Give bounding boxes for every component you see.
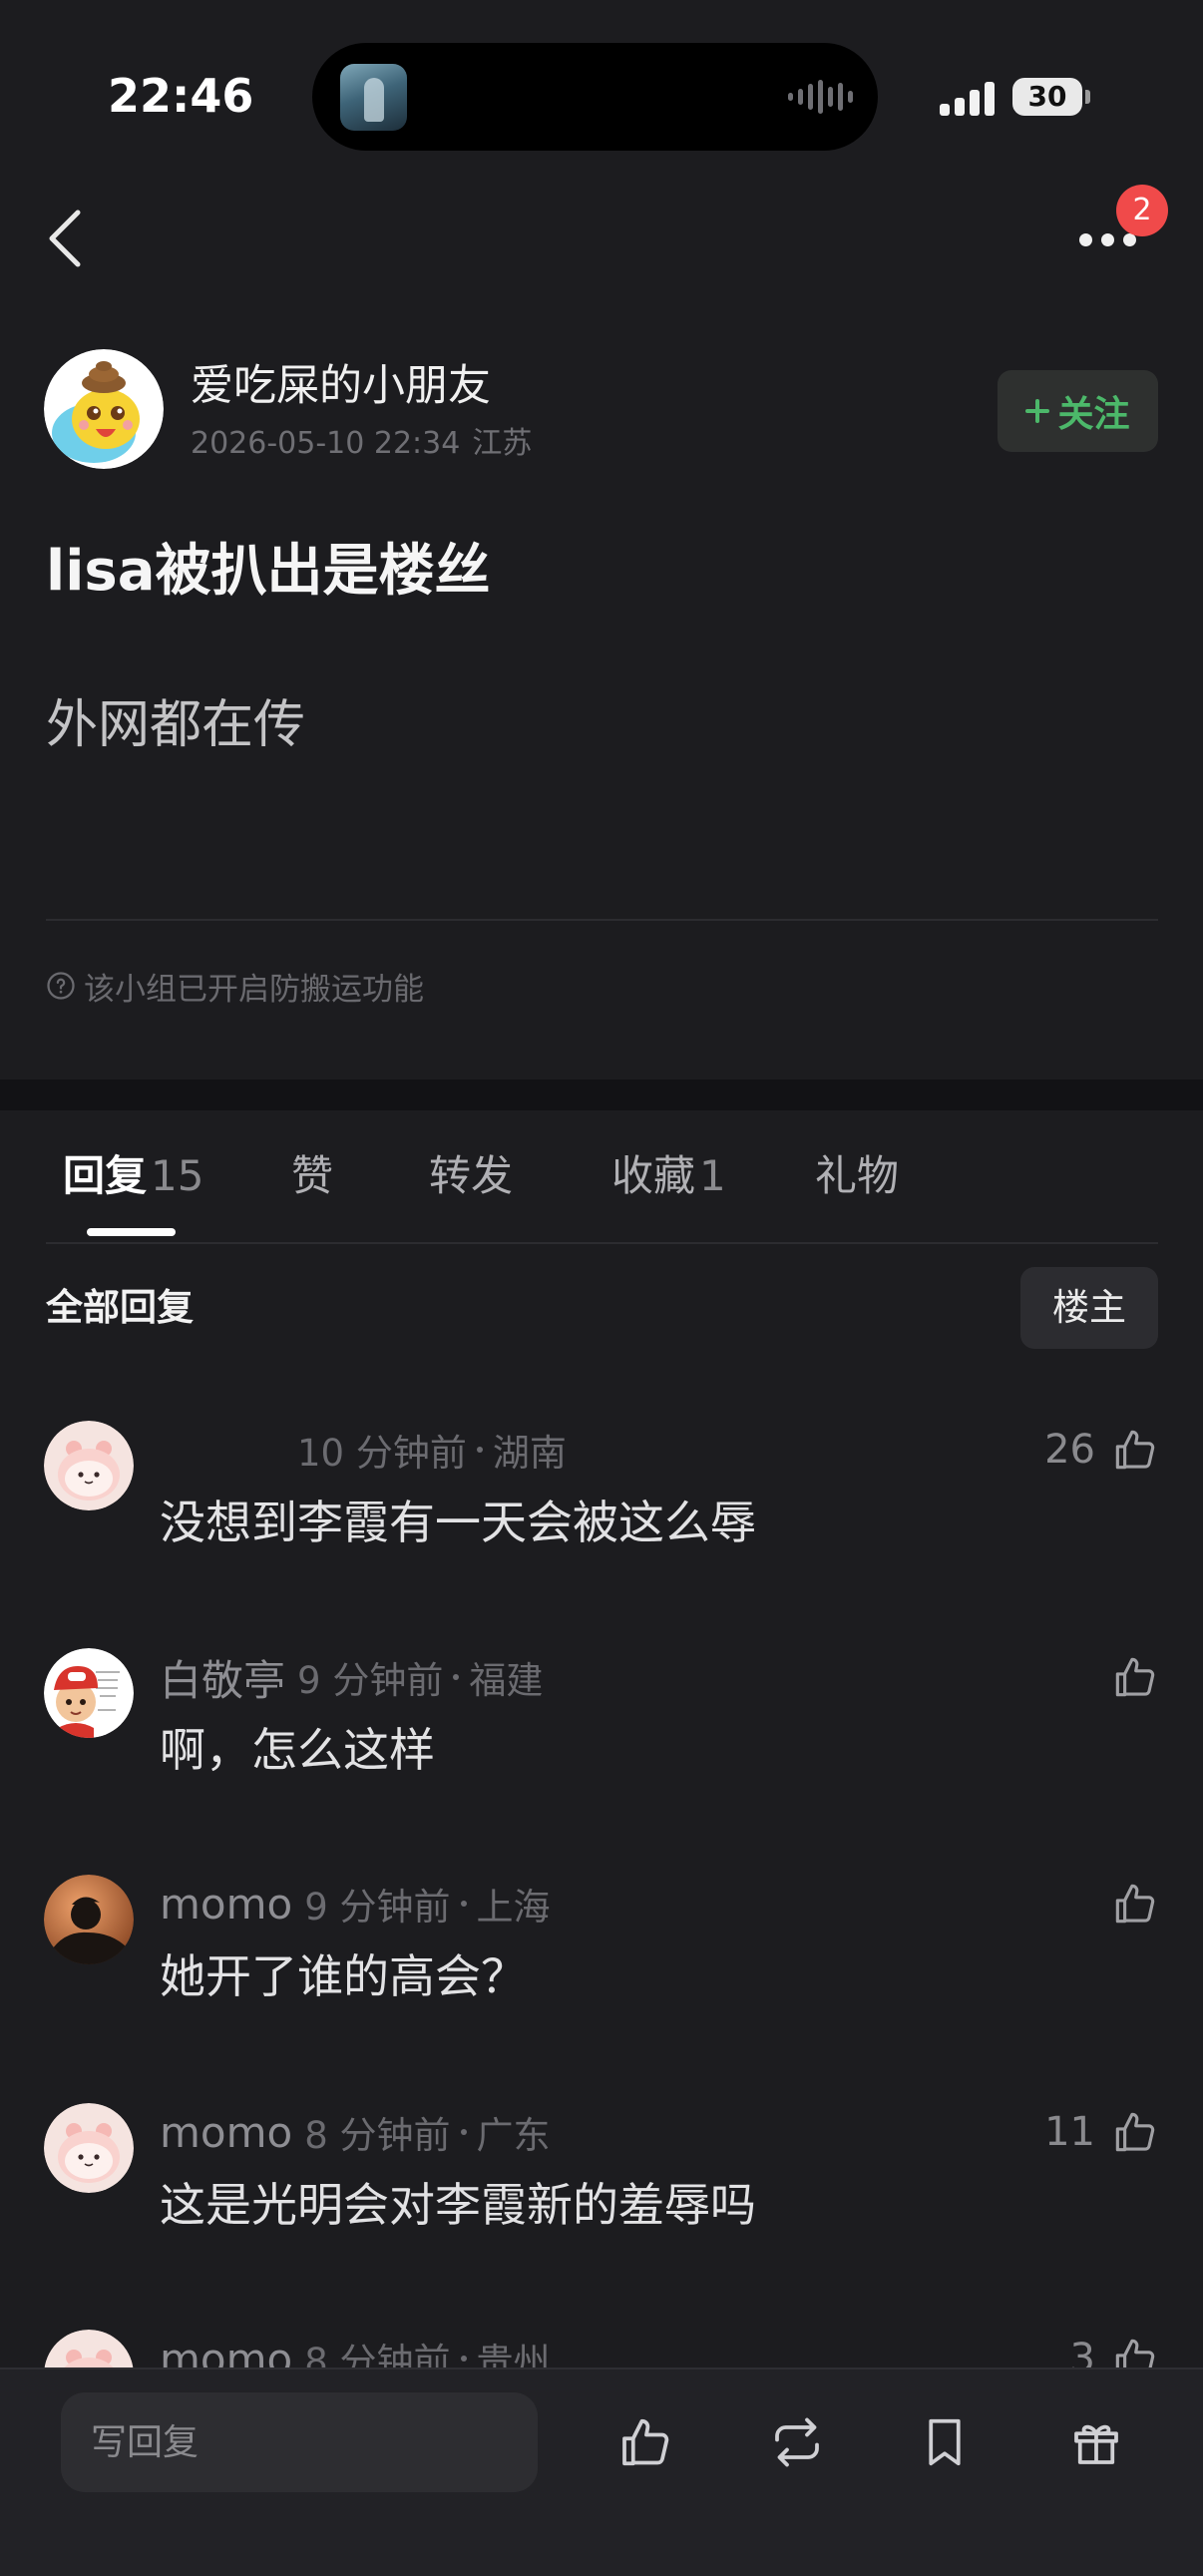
tab-favorites[interactable]: 收藏 1	[611, 1149, 726, 1203]
comment-location: 福建	[469, 1659, 544, 1702]
anti-repost-notice: 该小组已开启防搬运功能	[46, 968, 424, 1008]
reply-input[interactable]	[61, 2392, 538, 2492]
comment-text: 啊，怎么这样	[160, 1723, 435, 1777]
comment-item: 白敬亭 9 分钟前 福建 啊，怎么这样	[0, 1648, 1203, 1848]
commenter-name[interactable]: momo	[160, 1880, 292, 1929]
meta-separator	[460, 2129, 467, 2135]
bottom-action-bar	[0, 2367, 1203, 2576]
commenter-avatar[interactable]	[44, 2103, 134, 2193]
tab-gifts[interactable]: 礼物	[815, 1149, 899, 1203]
post-body: 外网都在传	[46, 695, 306, 755]
post-location: 江苏	[472, 426, 533, 461]
battery-indicator: 30	[1012, 78, 1082, 116]
battery-level: 30	[1027, 80, 1067, 113]
comment-like-button[interactable]: 11	[1044, 2107, 1159, 2157]
commenter-avatar[interactable]	[44, 1648, 134, 1738]
tab-label: 礼物	[815, 1151, 900, 1200]
all-replies-heading: 全部回复	[46, 1286, 194, 1329]
follow-button[interactable]: 关注	[998, 370, 1158, 452]
post-meta: 2026-05-10 22:34 江苏	[191, 427, 532, 461]
author-avatar[interactable]	[44, 349, 164, 469]
battery-nub	[1085, 90, 1090, 104]
repost-icon[interactable]	[767, 2412, 827, 2472]
commenter-avatar[interactable]	[44, 1421, 134, 1510]
comment-meta: 9 分钟前 上海	[304, 1877, 550, 1931]
tab-count: 1	[699, 1151, 726, 1200]
op-only-filter-button[interactable]: 楼主	[1020, 1267, 1158, 1349]
active-tab-indicator	[87, 1228, 176, 1236]
comment-header: 10 分钟前 湖南	[160, 1423, 567, 1477]
comment-meta: 10 分钟前 湖南	[297, 1423, 567, 1477]
notice-text: 该小组已开启防搬运功能	[84, 971, 424, 1008]
tab-label: 收藏	[611, 1151, 696, 1200]
comment-meta: 9 分钟前 福建	[297, 1650, 543, 1704]
like-count: 26	[1044, 1427, 1095, 1473]
commenter-name[interactable]: momo	[160, 2108, 292, 2157]
divider	[46, 1242, 1158, 1244]
thumb-up-icon	[1115, 1430, 1155, 1470]
back-chevron-icon[interactable]	[44, 207, 88, 270]
tab-count: 15	[151, 1151, 204, 1200]
question-circle-icon[interactable]	[46, 971, 76, 1001]
tab-label: 转发	[429, 1151, 514, 1200]
tab-reposts[interactable]: 转发	[429, 1149, 513, 1203]
audio-waveform-icon	[788, 73, 854, 121]
comment-time: 9 分钟前	[297, 1659, 444, 1702]
thumb-up-icon[interactable]	[614, 2412, 674, 2472]
meta-separator	[460, 2356, 467, 2361]
comment-location: 湖南	[492, 1432, 567, 1475]
comment-time: 10 分钟前	[297, 1432, 467, 1475]
tab-replies[interactable]: 回复 15	[63, 1149, 203, 1203]
comment-location: 广东	[476, 2114, 551, 2157]
comment-like-button[interactable]	[1095, 1879, 1159, 1929]
meta-separator	[460, 1901, 467, 1907]
comment-location: 上海	[476, 1886, 551, 1929]
comment-meta: 8 分钟前 广东	[304, 2105, 550, 2159]
comment-like-button[interactable]: 26	[1044, 1425, 1159, 1475]
commenter-name[interactable]: 白敬亭	[160, 1647, 285, 1708]
plus-icon	[1025, 399, 1050, 423]
post-timestamp: 2026-05-10 22:34	[191, 426, 461, 461]
comment-like-button[interactable]	[1095, 1652, 1159, 1702]
comment-text: 这是光明会对李霞新的羞辱吗	[160, 2178, 756, 2232]
section-separator	[0, 1079, 1203, 1110]
post-title: lisa被扒出是楼丝	[46, 539, 491, 604]
comment-text: 没想到李霞有一天会被这么辱	[160, 1496, 756, 1549]
comment-header: momo 8 分钟前 广东	[160, 2105, 551, 2159]
comment-time: 8 分钟前	[304, 2114, 451, 2157]
tab-label: 回复	[63, 1151, 148, 1200]
follow-label: 关注	[1057, 394, 1130, 435]
tab-label: 赞	[291, 1151, 334, 1200]
comment-header: 白敬亭 9 分钟前 福建	[160, 1650, 543, 1705]
meta-separator	[476, 1447, 483, 1453]
status-time: 22:46	[108, 69, 254, 123]
commenter-avatar[interactable]	[44, 1875, 134, 1964]
dynamic-island[interactable]	[312, 43, 878, 151]
thumb-up-icon	[1115, 1884, 1155, 1924]
like-count: 11	[1044, 2109, 1095, 2155]
comment-item: momo 9 分钟前 上海 她开了谁的高会？	[0, 1875, 1203, 2074]
bookmark-icon[interactable]	[915, 2412, 975, 2472]
thumb-up-icon	[1115, 1657, 1155, 1697]
author-name[interactable]: 爱吃屎的小朋友	[191, 361, 491, 411]
now-playing-artwork	[340, 64, 407, 131]
comment-time: 9 分钟前	[304, 1886, 451, 1929]
gift-icon[interactable]	[1066, 2412, 1126, 2472]
tab-likes[interactable]: 赞	[291, 1149, 333, 1203]
comment-text: 她开了谁的高会？	[160, 1949, 527, 2003]
meta-separator	[453, 1674, 460, 1680]
cellular-signal-icon	[940, 80, 998, 116]
divider	[46, 919, 1158, 921]
notification-badge: 2	[1116, 185, 1168, 236]
comment-item: 10 分钟前 湖南 没想到李霞有一天会被这么辱 26	[0, 1421, 1203, 1620]
comment-header: momo 9 分钟前 上海	[160, 1877, 551, 1931]
comment-item: momo 8 分钟前 广东 这是光明会对李霞新的羞辱吗 11	[0, 2103, 1203, 2303]
thumb-up-icon	[1115, 2112, 1155, 2152]
